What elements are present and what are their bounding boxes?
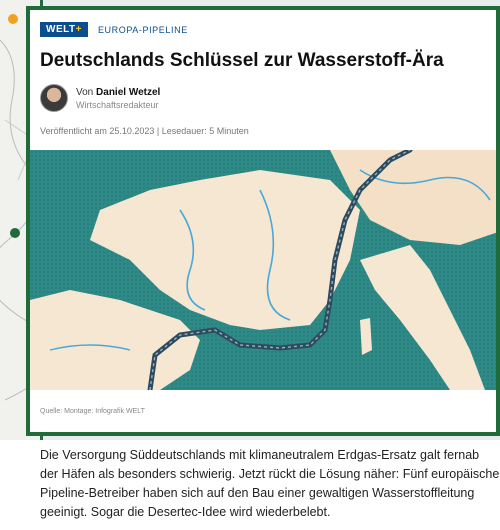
- author-avatar: [40, 84, 68, 112]
- author-byline: Von Daniel Wetzel: [76, 86, 161, 98]
- article-title[interactable]: Deutschlands Schlüssel zur Wasserstoff-Ä…: [40, 50, 444, 72]
- author-name[interactable]: Daniel Wetzel: [96, 87, 160, 98]
- map-marker-green[interactable]: [10, 228, 20, 238]
- article-kicker: EUROPA-PIPELINE: [97, 24, 188, 35]
- welt-plus-logo: WELT+: [40, 22, 88, 37]
- article-meta: Veröffentlicht am 25.10.2023 | Lesedauer…: [40, 126, 249, 136]
- author-block: Von Daniel Wetzel Wirtschaftsredakteur: [40, 84, 160, 112]
- image-credit: Quelle: Montage: Infografik WELT: [40, 408, 145, 415]
- article-lead-text: Die Versorgung Süddeutschlands mit klima…: [40, 448, 500, 519]
- map-marker-orange[interactable]: [8, 14, 18, 24]
- article-header-bar: WELT+ EUROPA-PIPELINE: [40, 22, 188, 37]
- pipeline-map-image: [30, 150, 496, 390]
- author-role: Wirtschaftsredakteur: [76, 99, 159, 110]
- article-preview-card[interactable]: WELT+ EUROPA-PIPELINE Deutschlands Schlü…: [26, 6, 500, 436]
